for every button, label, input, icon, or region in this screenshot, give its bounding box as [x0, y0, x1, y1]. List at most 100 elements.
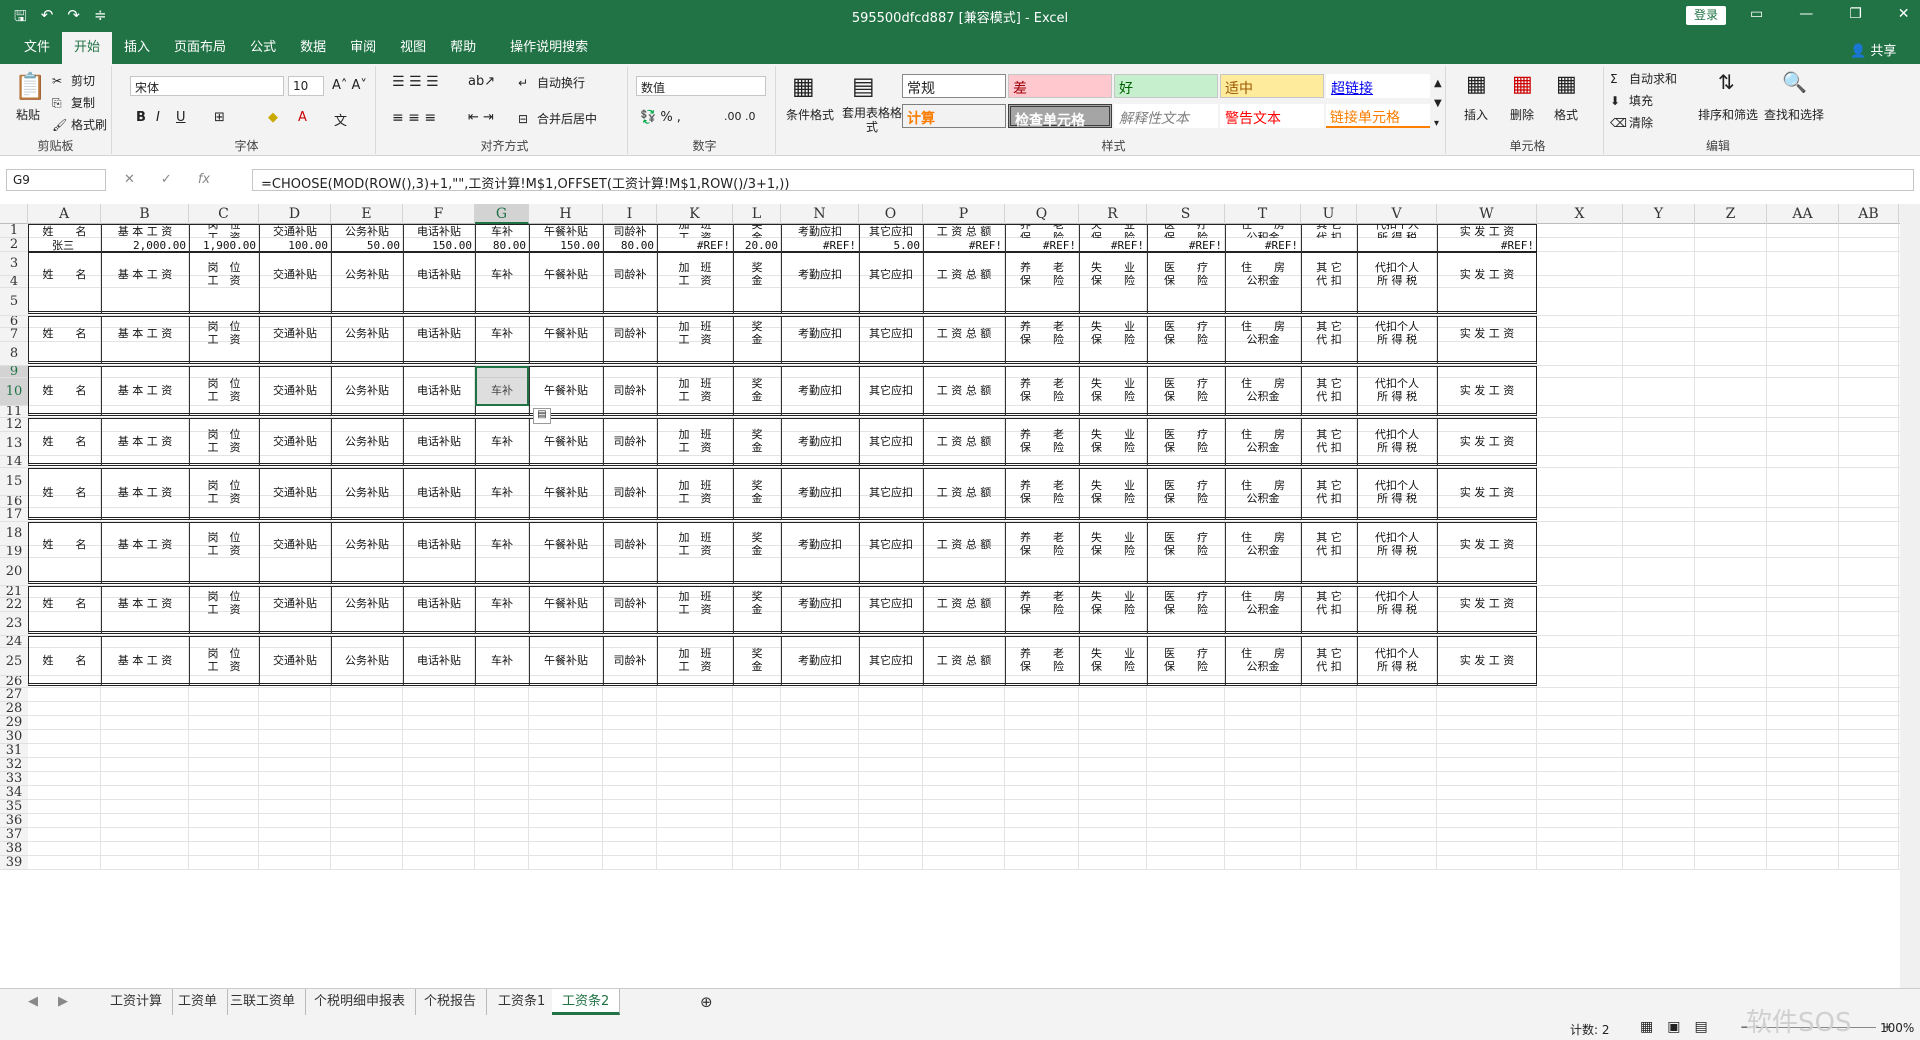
header-cell[interactable]: 代扣个人 所 得 税 [1357, 422, 1437, 460]
header-cell[interactable]: 午餐补贴 [529, 526, 603, 562]
sheet-tab[interactable]: 个税报告 [414, 989, 488, 1015]
header-cell[interactable]: 交通补贴 [259, 320, 331, 346]
decimal-icon[interactable]: .00 .0 [724, 110, 756, 123]
row-header-35[interactable]: 35 [0, 800, 28, 814]
header-cell[interactable]: 其它应扣 [859, 472, 923, 512]
header-cell[interactable]: 姓 名 [28, 472, 101, 512]
header-cell[interactable]: 姓 名 [28, 370, 101, 410]
header-cell[interactable]: 失 业 保 险 [1079, 370, 1147, 410]
row-header-17[interactable]: 17 [0, 508, 28, 522]
header-cell[interactable]: 工 资 总 额 [923, 370, 1005, 410]
header-cell[interactable]: 电话补贴 [403, 590, 475, 616]
header-cell[interactable]: 养 老 保 险 [1005, 422, 1079, 460]
header-cell[interactable]: 奖 金 [733, 320, 781, 346]
header-cell[interactable]: 医 疗 保 险 [1147, 320, 1225, 346]
header-cell[interactable]: 加 班 工 资 [657, 320, 733, 346]
header-cell[interactable]: 考勤应扣 [781, 640, 859, 680]
header-cell[interactable]: 奖 金 [733, 590, 781, 616]
row-header-29[interactable]: 29 [0, 716, 28, 730]
header-cell[interactable]: 公务补贴 [331, 472, 403, 512]
data-cell[interactable]: #REF! [657, 238, 733, 252]
clear-button[interactable]: ⌫ 清除 [1610, 114, 1653, 132]
delete-cells-button[interactable]: 删除 [1510, 106, 1534, 123]
find-select-button[interactable]: 查找和选择 [1764, 106, 1824, 123]
header-cell[interactable]: 实 发 工 资 [1437, 370, 1537, 410]
header-cell[interactable]: 基 本 工 资 [101, 590, 189, 616]
top-align-icon[interactable]: ☰ ☰ ☰ [392, 74, 439, 90]
conditional-format-icon[interactable]: ▦ [792, 72, 815, 100]
data-cell[interactable] [1301, 238, 1357, 252]
sheet-tab[interactable]: 三联工资单 [220, 989, 307, 1015]
header-cell[interactable]: 车补 [475, 640, 529, 680]
data-cell[interactable]: 20.00 [733, 238, 781, 252]
column-header-B[interactable]: B [101, 204, 189, 224]
copy-button[interactable]: ⎘ 复制 [52, 94, 95, 112]
header-cell[interactable]: 其它应扣 [859, 370, 923, 410]
header-cell[interactable]: 公务补贴 [331, 256, 403, 292]
row-header-21[interactable]: 21 [0, 586, 28, 598]
header-cell[interactable]: 代扣个人 所 得 税 [1357, 590, 1437, 616]
header-cell[interactable]: 工 资 总 额 [923, 526, 1005, 562]
header-cell[interactable]: 岗 位 工 资 [189, 320, 259, 346]
tab-0[interactable]: 文件 [12, 32, 62, 64]
column-header-U[interactable]: U [1301, 204, 1357, 224]
row-header-2[interactable]: 2 [0, 238, 28, 252]
header-cell[interactable]: 午餐补贴 [529, 590, 603, 616]
header-cell[interactable]: 车补 [475, 224, 529, 238]
header-cell[interactable]: 医 疗 保 险 [1147, 370, 1225, 410]
column-header-F[interactable]: F [403, 204, 475, 224]
row-header-19[interactable]: 19 [0, 546, 28, 558]
data-cell[interactable]: 1,900.00 [189, 238, 259, 252]
row-header-28[interactable]: 28 [0, 702, 28, 716]
header-cell[interactable]: 岗 位 工 资 [189, 422, 259, 460]
header-cell[interactable]: 交通补贴 [259, 422, 331, 460]
header-cell[interactable]: 姓 名 [28, 320, 101, 346]
header-cell[interactable]: 基 本 工 资 [101, 472, 189, 512]
currency-icon[interactable]: 💱 % , [640, 110, 681, 125]
header-cell[interactable]: 代扣个人 所 得 税 [1357, 224, 1437, 238]
row-header-26[interactable]: 26 [0, 676, 28, 688]
header-cell[interactable]: 加 班 工 资 [657, 224, 733, 238]
header-cell[interactable]: 工 资 总 额 [923, 422, 1005, 460]
sheet-tab[interactable]: 工资单 [168, 989, 229, 1015]
insert-cells-button[interactable]: 插入 [1464, 106, 1488, 123]
header-cell[interactable]: 姓 名 [28, 224, 101, 238]
data-cell[interactable] [1357, 238, 1437, 252]
header-cell[interactable]: 住 房 公积金 [1225, 320, 1301, 346]
column-header-S[interactable]: S [1147, 204, 1225, 224]
column-header-W[interactable]: W [1437, 204, 1537, 224]
data-cell[interactable]: 100.00 [259, 238, 331, 252]
header-cell[interactable]: 午餐补贴 [529, 422, 603, 460]
header-cell[interactable]: 其 它 代 扣 [1301, 590, 1357, 616]
header-cell[interactable]: 岗 位 工 资 [189, 590, 259, 616]
data-cell[interactable]: 80.00 [475, 238, 529, 252]
header-cell[interactable]: 电话补贴 [403, 640, 475, 680]
tab-1[interactable]: 开始 [62, 32, 113, 65]
header-cell[interactable]: 奖 金 [733, 224, 781, 238]
header-cell[interactable]: 午餐补贴 [529, 256, 603, 292]
sheet-tab[interactable]: 工资条2 [552, 989, 621, 1015]
name-box[interactable]: G9 [6, 169, 106, 191]
header-cell[interactable]: 奖 金 [733, 256, 781, 292]
bold-icon[interactable]: B [136, 110, 146, 125]
data-cell[interactable]: 150.00 [403, 238, 475, 252]
select-all-corner[interactable] [0, 204, 28, 224]
header-cell[interactable]: 交通补贴 [259, 590, 331, 616]
header-cell[interactable]: 工 资 总 额 [923, 590, 1005, 616]
row-header-30[interactable]: 30 [0, 730, 28, 744]
style-calculation[interactable]: 计算 [902, 104, 1006, 128]
sort-filter-button[interactable]: 排序和筛选 [1698, 106, 1758, 123]
header-cell[interactable]: 工 资 总 额 [923, 224, 1005, 238]
indent-icon[interactable]: ⇤ ⇥ [468, 110, 494, 125]
formula-input[interactable]: =CHOOSE(MOD(ROW(),3)+1,"",工资计算!M$1,OFFSE… [252, 169, 1914, 192]
header-cell[interactable]: 岗 位 工 资 [189, 472, 259, 512]
add-sheet-icon[interactable]: ⊕ [690, 989, 723, 1015]
header-cell[interactable]: 考勤应扣 [781, 320, 859, 346]
tab-6[interactable]: 审阅 [338, 32, 388, 64]
row-header-13[interactable]: 13 [0, 432, 28, 456]
format-table-icon[interactable]: ▤ [852, 72, 875, 100]
header-cell[interactable]: 医 疗 保 险 [1147, 526, 1225, 562]
header-cell[interactable]: 失 业 保 险 [1079, 640, 1147, 680]
column-header-E[interactable]: E [331, 204, 403, 224]
header-cell[interactable]: 实 发 工 资 [1437, 590, 1537, 616]
